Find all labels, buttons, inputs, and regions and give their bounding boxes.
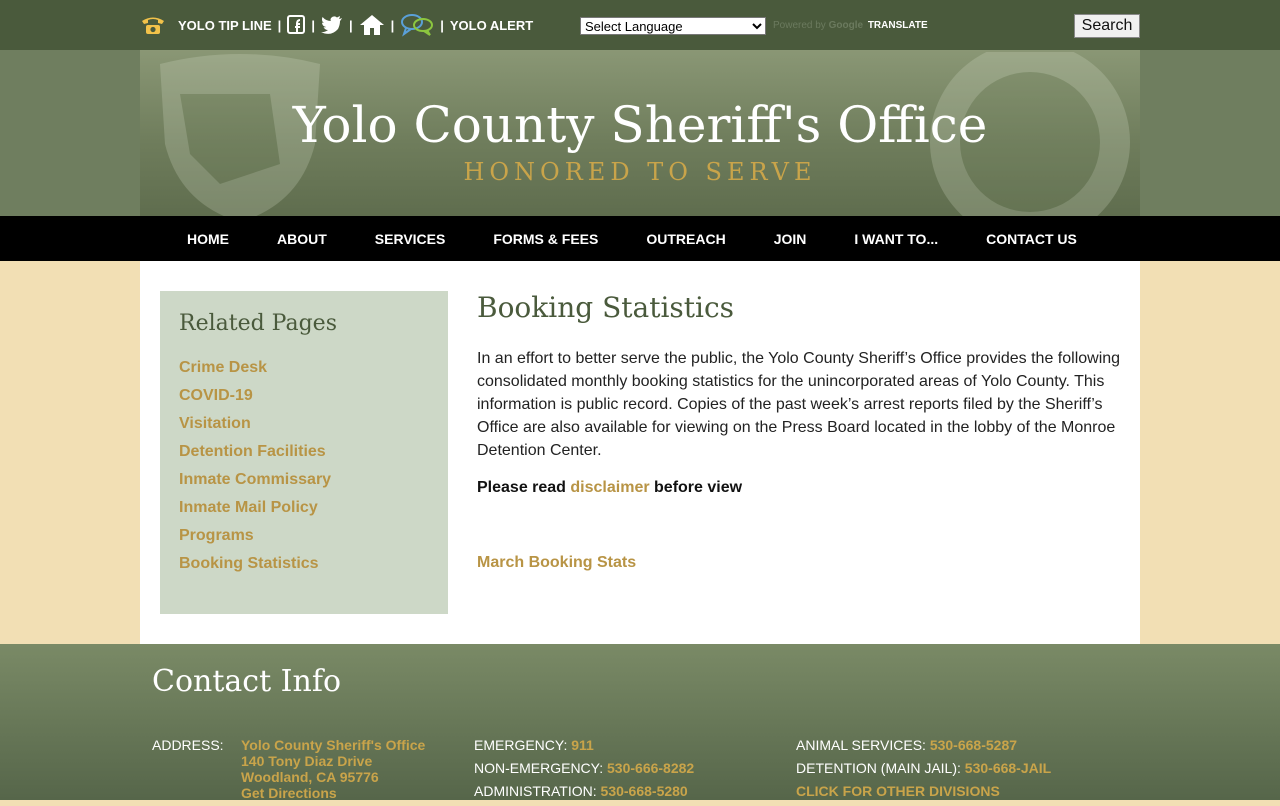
nav-outreach[interactable]: OUTREACH <box>622 231 749 247</box>
sidebar-item-visitation[interactable]: Visitation <box>179 413 331 441</box>
chat-bubbles-icon[interactable] <box>400 13 434 37</box>
contact-label: NON-EMERGENCY: <box>474 760 604 776</box>
sidebar-title: Related Pages <box>179 311 337 336</box>
sidebar-item-covid-19[interactable]: COVID-19 <box>179 385 331 413</box>
administration-phone[interactable]: 530-668-5280 <box>601 783 688 799</box>
separator: | <box>390 17 395 33</box>
sidebar-item-inmate-mail-policy[interactable]: Inmate Mail Policy <box>179 497 331 525</box>
yolo-alert-link[interactable]: YOLO ALERT <box>450 18 533 33</box>
translate-link[interactable]: TRANSLATE <box>868 20 928 31</box>
page-title: Booking Statistics <box>477 291 735 324</box>
address-block: Yolo County Sheriff's Office 140 Tony Di… <box>241 737 425 801</box>
separator: | <box>311 17 315 33</box>
address-line: 140 Tony Diaz Drive <box>241 753 373 769</box>
animal-services-phone[interactable]: 530-668-5287 <box>930 737 1017 753</box>
get-directions-link[interactable]: Get Directions <box>241 785 425 801</box>
contact-label: ANIMAL SERVICES: <box>796 737 926 753</box>
home-icon[interactable] <box>359 14 385 36</box>
contact-column-2: EMERGENCY: 911 NON-EMERGENCY: 530-666-82… <box>474 737 694 806</box>
nav-home[interactable]: HOME <box>163 231 253 247</box>
nav-i-want-to[interactable]: I WANT TO... <box>830 231 962 247</box>
powered-by-google: Powered by Google TRANSLATE <box>773 20 928 31</box>
separator: | <box>348 17 353 33</box>
site-title[interactable]: Yolo County Sheriff's Office <box>0 96 1280 154</box>
intro-paragraph: In an effort to better serve the public,… <box>477 350 1121 459</box>
footer: Contact Info ADDRESS: Yolo County Sherif… <box>0 644 1280 801</box>
sidebar-item-inmate-commissary[interactable]: Inmate Commissary <box>179 469 331 497</box>
facebook-icon[interactable] <box>287 15 306 35</box>
google-logo: Google <box>828 20 864 31</box>
nav-services[interactable]: SERVICES <box>351 231 470 247</box>
nav-contact-us[interactable]: CONTACT US <box>962 231 1101 247</box>
nav-about[interactable]: ABOUT <box>253 231 351 247</box>
address-line: Woodland, CA 95776 <box>241 769 379 785</box>
language-select[interactable]: Select Language <box>580 17 766 35</box>
address-label: ADDRESS: <box>152 737 224 753</box>
non-emergency-phone[interactable]: 530-666-8282 <box>607 760 694 776</box>
separator: | <box>277 17 282 33</box>
disclaimer-suffix: before view <box>654 479 743 496</box>
top-bar: YOLO TIP LINE | | | | | YOLO ALERT Selec… <box>0 0 1280 50</box>
contact-label: DETENTION (MAIN JAIL): <box>796 760 961 776</box>
powered-by-label: Powered by <box>773 20 826 31</box>
march-booking-stats-link[interactable]: March Booking Stats <box>477 554 1127 572</box>
sidebar-item-crime-desk[interactable]: Crime Desk <box>179 357 331 385</box>
nav-join[interactable]: JOIN <box>750 231 831 247</box>
sidebar-item-booking-statistics[interactable]: Booking Statistics <box>179 553 331 581</box>
footer-title: Contact Info <box>152 664 342 699</box>
related-pages-sidebar: Related Pages Crime Desk COVID-19 Visita… <box>160 291 448 614</box>
nav-forms-fees[interactable]: FORMS & FEES <box>469 231 622 247</box>
sidebar-item-programs[interactable]: Programs <box>179 525 331 553</box>
disclaimer-prefix: Please read <box>477 479 566 496</box>
emergency-phone[interactable]: 911 <box>571 737 594 753</box>
phone-icon[interactable] <box>140 14 166 36</box>
top-links: YOLO TIP LINE | | | | | YOLO ALERT <box>140 0 533 50</box>
address-line: Yolo County Sheriff's Office <box>241 737 426 753</box>
twitter-icon[interactable] <box>320 16 343 34</box>
separator: | <box>440 17 444 33</box>
contact-label: ADMINISTRATION: <box>474 783 597 799</box>
main-content-area: Related Pages Crime Desk COVID-19 Visita… <box>140 261 1140 644</box>
contact-label: EMERGENCY: <box>474 737 568 753</box>
other-divisions-link[interactable]: CLICK FOR OTHER DIVISIONS <box>796 783 1000 799</box>
tip-line-link[interactable]: YOLO TIP LINE <box>178 18 272 33</box>
sidebar-item-detention-facilities[interactable]: Detention Facilities <box>179 441 331 469</box>
article: Booking Statistics In an effort to bette… <box>477 291 1127 572</box>
contact-column-3: ANIMAL SERVICES: 530-668-5287 DETENTION … <box>796 737 1051 806</box>
detention-phone[interactable]: 530-668-JAIL <box>965 760 1051 776</box>
disclaimer-line: Please read disclaimer before view <box>477 479 1127 497</box>
main-nav: HOME ABOUT SERVICES FORMS & FEES OUTREAC… <box>0 216 1280 261</box>
search-button[interactable]: Search <box>1074 14 1140 38</box>
site-tagline: HONORED TO SERVE <box>463 158 817 186</box>
disclaimer-link[interactable]: disclaimer <box>570 479 649 496</box>
